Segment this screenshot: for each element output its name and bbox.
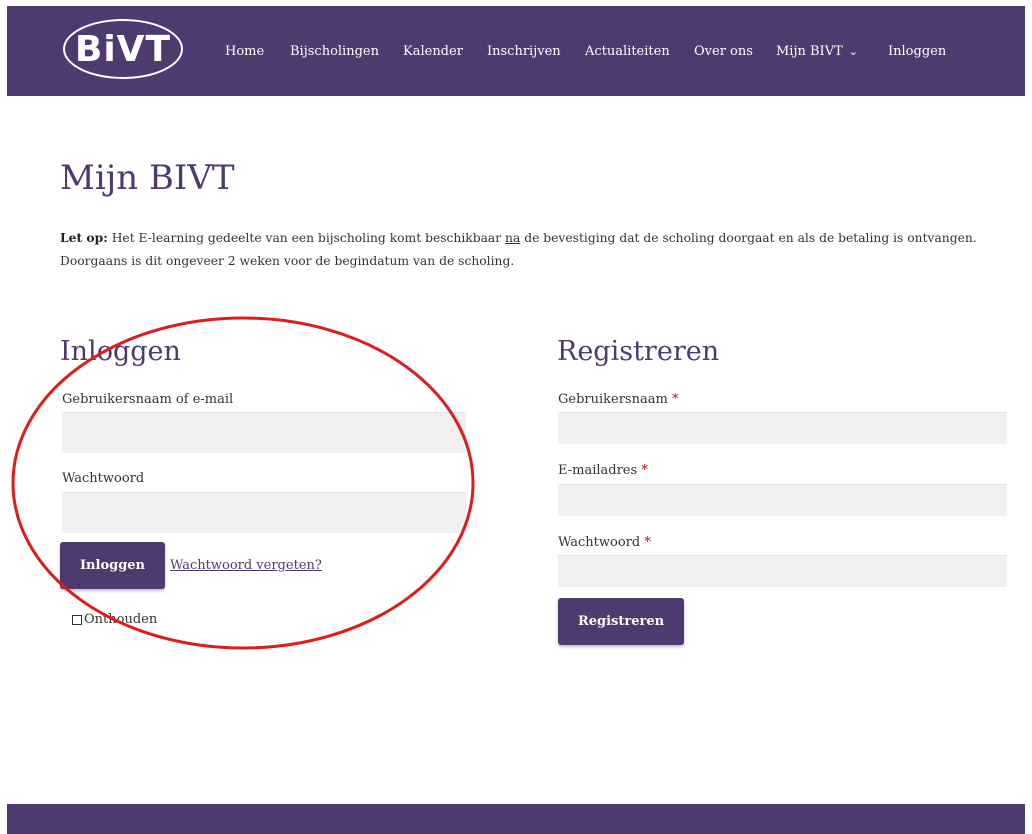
page-title: Mijn BIVT (60, 158, 235, 198)
register-password-label-text: Wachtwoord (558, 535, 641, 550)
forgot-password-link[interactable]: Wachtwoord vergeten? (170, 558, 322, 573)
nav-actualiteiten[interactable]: Actualiteiten (585, 44, 670, 59)
nav-kalender[interactable]: Kalender (403, 44, 463, 59)
login-password-label: Wachtwoord (62, 471, 145, 486)
notice-underlined: na (505, 231, 521, 245)
nav-inloggen[interactable]: Inloggen (888, 44, 946, 59)
login-button[interactable]: Inloggen (60, 542, 165, 589)
login-username-label: Gebruikersnaam of e-mail (62, 392, 234, 407)
site-header: BiVT Home Bijscholingen Kalender Inschri… (7, 6, 1025, 96)
logo-text: BiVT (74, 28, 172, 70)
login-username-input[interactable] (62, 412, 466, 453)
register-password-input[interactable] (558, 555, 1007, 587)
nav-mijn-bivt[interactable]: Mijn BIVT ⌄ (776, 44, 858, 59)
chevron-down-icon: ⌄ (848, 45, 858, 58)
register-username-label: Gebruikersnaam * (558, 392, 678, 407)
register-username-input[interactable] (558, 412, 1007, 444)
register-email-label-text: E-mailadres (558, 463, 638, 478)
nav-mijn-bivt-label: Mijn BIVT (776, 44, 843, 59)
site-logo[interactable]: BiVT (63, 19, 183, 79)
remember-checkbox[interactable] (72, 614, 82, 625)
remember-label: Onthouden (84, 612, 158, 627)
remember-me[interactable]: Onthouden (72, 612, 157, 627)
register-email-label: E-mailadres * (558, 463, 648, 478)
required-marker: * (644, 535, 651, 550)
register-heading: Registreren (557, 336, 720, 367)
notice-label: Let op: (60, 230, 108, 245)
register-username-label-text: Gebruikersnaam (558, 392, 668, 407)
login-heading: Inloggen (60, 336, 181, 367)
nav-home[interactable]: Home (225, 44, 264, 59)
login-password-input[interactable] (62, 492, 466, 533)
site-footer (7, 804, 1025, 834)
nav-over-ons[interactable]: Over ons (694, 44, 753, 59)
register-email-input[interactable] (558, 484, 1007, 516)
register-button[interactable]: Registreren (558, 598, 684, 645)
nav-bijscholingen[interactable]: Bijscholingen (290, 44, 379, 59)
register-password-label: Wachtwoord * (558, 535, 651, 550)
required-marker: * (671, 392, 679, 407)
notice-part1: Het E-learning gedeelte van een bijschol… (107, 231, 506, 245)
nav-inschrijven[interactable]: Inschrijven (487, 44, 561, 59)
required-marker: * (641, 463, 648, 478)
notice-text: Let op: Het E-learning gedeelte van een … (60, 226, 980, 273)
